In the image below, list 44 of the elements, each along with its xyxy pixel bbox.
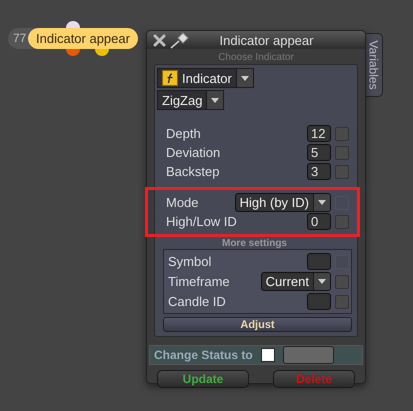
param-label: Depth bbox=[166, 126, 202, 141]
node-label[interactable]: Indicator appear bbox=[28, 28, 138, 49]
input-port[interactable] bbox=[66, 21, 80, 28]
checkbox[interactable] bbox=[335, 146, 349, 160]
checkbox[interactable] bbox=[335, 214, 349, 228]
indicator-dropdown[interactable]: Indicator bbox=[157, 68, 254, 88]
adjust-button[interactable]: Adjust bbox=[163, 317, 352, 332]
caret-icon bbox=[318, 279, 326, 284]
input-field[interactable] bbox=[307, 293, 331, 310]
input-field[interactable] bbox=[307, 253, 331, 270]
checkbox[interactable] bbox=[335, 126, 349, 140]
selection-dropdown[interactable]: ZigZag bbox=[157, 90, 224, 110]
param-label: Mode bbox=[166, 195, 200, 210]
param-label: Timeframe bbox=[168, 274, 231, 289]
status-field[interactable] bbox=[282, 346, 334, 364]
value-dropdown[interactable]: Current bbox=[260, 272, 331, 291]
checkbox[interactable] bbox=[335, 164, 349, 178]
param-label: Candle ID bbox=[168, 294, 227, 309]
variables-tab[interactable]: Variables bbox=[366, 33, 383, 97]
output-port[interactable] bbox=[66, 49, 80, 56]
checkbox[interactable] bbox=[335, 294, 349, 308]
close-icon[interactable] bbox=[153, 34, 166, 46]
input-field[interactable]: 5 bbox=[307, 144, 331, 161]
update-button[interactable]: Update bbox=[157, 370, 249, 388]
input-field[interactable]: 12 bbox=[307, 125, 331, 142]
section-label: Choose Indicator bbox=[217, 52, 295, 63]
pin-icon[interactable] bbox=[170, 31, 190, 49]
caret-icon bbox=[240, 76, 249, 80]
output-port[interactable] bbox=[95, 49, 109, 56]
section-label: More settings bbox=[220, 238, 288, 249]
caret-icon bbox=[318, 200, 326, 205]
param-label: Backstep bbox=[166, 164, 220, 179]
param-label: Deviation bbox=[166, 145, 222, 160]
function-icon bbox=[162, 70, 178, 86]
color-swatch[interactable] bbox=[260, 348, 275, 362]
value-dropdown[interactable]: High (by ID) bbox=[234, 193, 331, 212]
checkbox[interactable] bbox=[335, 274, 349, 288]
status-label: Change Status to bbox=[154, 348, 253, 362]
param-label: Symbol bbox=[168, 254, 212, 269]
input-field[interactable]: 3 bbox=[307, 163, 331, 180]
window-title: Indicator appear bbox=[218, 32, 314, 48]
input-field[interactable]: 0 bbox=[307, 213, 331, 230]
caret-icon bbox=[211, 98, 220, 102]
param-label: High/Low ID bbox=[166, 214, 238, 229]
